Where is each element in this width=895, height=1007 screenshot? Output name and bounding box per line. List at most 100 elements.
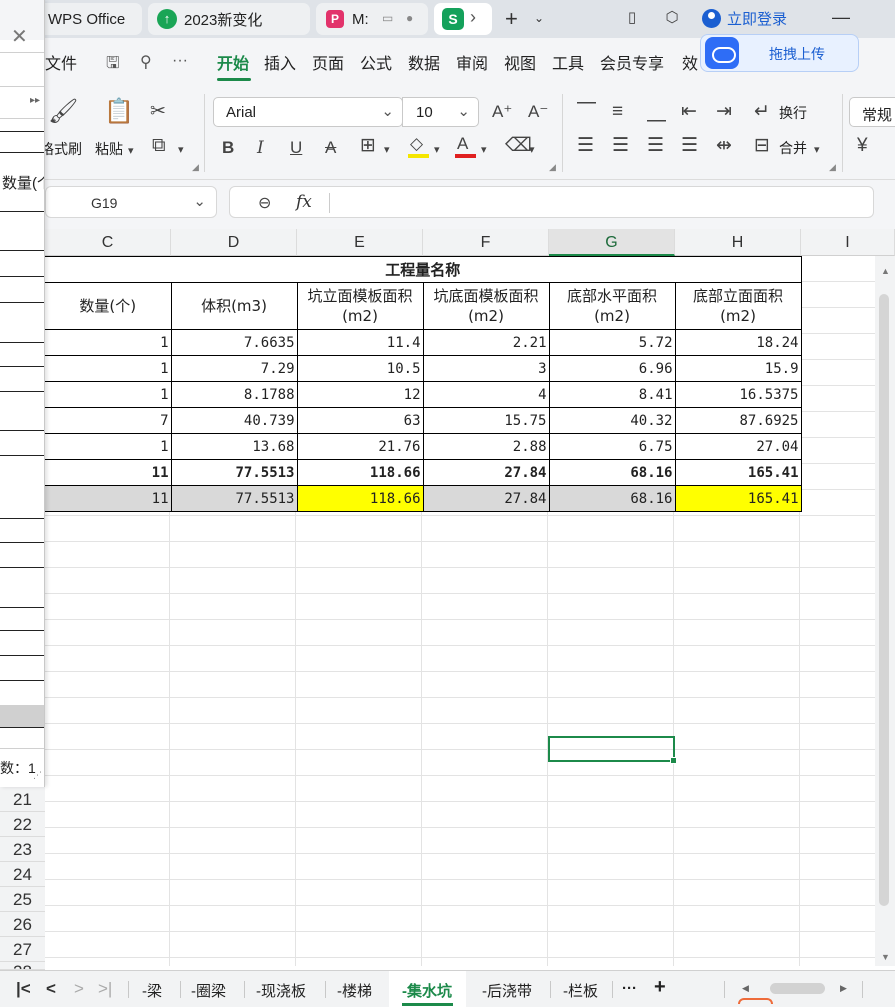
more-icon[interactable]: ···	[172, 52, 188, 70]
increase-indent-icon[interactable]: ⇥	[716, 102, 732, 122]
cell[interactable]: 10.5	[296, 355, 424, 382]
cell[interactable]: 6.96	[548, 355, 676, 382]
format-painter-icon[interactable]: 🖌	[48, 100, 78, 124]
tab-m-document[interactable]: P M: ▭ ●	[316, 3, 428, 35]
tab-spreadsheet-active[interactable]: S ›	[434, 3, 492, 35]
minimize-icon[interactable]: —	[832, 7, 850, 28]
link-icon[interactable]: ⚲	[140, 52, 152, 72]
menu-efficiency[interactable]: 效	[682, 50, 698, 74]
header-pit-side-formwork[interactable]: 坑立面模板面积(m2)	[296, 282, 424, 330]
first-sheet-icon[interactable]: |<	[16, 979, 31, 999]
selected-cell-g19[interactable]	[548, 736, 677, 764]
add-sheet-icon[interactable]: +	[654, 976, 666, 999]
cell[interactable]: 13.68	[170, 433, 298, 460]
column-header-g[interactable]: G	[549, 229, 675, 256]
cell[interactable]: 3	[422, 355, 550, 382]
resize-grip-icon[interactable]: ⋰	[33, 770, 42, 781]
sheet-tab-cast-slab[interactable]: -现浇板	[256, 980, 306, 1001]
sheet-tab-parapet[interactable]: -栏板	[563, 980, 598, 1001]
row-header-26[interactable]: 26	[0, 912, 45, 937]
cell[interactable]: 1	[45, 381, 172, 408]
align-center-icon[interactable]: ☰	[612, 136, 629, 156]
menu-formula[interactable]: 公式	[360, 50, 392, 74]
next-sheet-icon[interactable]: >	[74, 979, 84, 999]
sheet-tab-sump-pit[interactable]: -集水坑	[402, 980, 452, 1001]
cell[interactable]: 5.72	[548, 329, 676, 356]
table-title-cell[interactable]: 工程量名称	[45, 256, 802, 283]
wrap-text-icon[interactable]: ↵	[754, 102, 770, 122]
header-pit-bottom-formwork[interactable]: 坑底面模板面积(m2)	[422, 282, 550, 330]
column-header-h[interactable]: H	[675, 229, 801, 256]
sheet-tab-ring-beam[interactable]: -圈梁	[191, 980, 226, 1001]
total-cell[interactable]: 77.5513	[170, 459, 298, 486]
dialog-launcher-icon[interactable]: ◢	[549, 162, 556, 173]
total-cell[interactable]: 11	[45, 459, 172, 486]
menu-review[interactable]: 审阅	[456, 50, 488, 74]
column-header-e[interactable]: E	[297, 229, 423, 256]
distributed-icon[interactable]: ⇹	[716, 136, 732, 156]
column-header-f[interactable]: F	[423, 229, 549, 256]
formula-input[interactable]: ⊖ fx	[229, 186, 874, 218]
sheet-tab-beam[interactable]: -梁	[142, 980, 162, 1001]
cell[interactable]: 2.88	[422, 433, 550, 460]
chevron-down-icon[interactable]: ⌄	[534, 11, 544, 25]
paste-icon[interactable]: 📋	[104, 100, 134, 124]
chevron-down-icon[interactable]: ▾	[481, 140, 487, 160]
cell[interactable]: 21.76	[296, 433, 424, 460]
paste-label[interactable]: 粘贴	[95, 139, 123, 159]
cell[interactable]: 87.6925	[674, 407, 802, 434]
font-size-select[interactable]: 10 ⌄	[402, 97, 479, 127]
chevron-down-icon[interactable]: ▾	[384, 140, 390, 160]
cell[interactable]: 12	[296, 381, 424, 408]
scissors-icon[interactable]: ✂	[150, 102, 166, 122]
new-tab-plus-icon[interactable]: +	[505, 6, 518, 32]
cell[interactable]: 1	[45, 433, 172, 460]
cell[interactable]: 40.739	[170, 407, 298, 434]
chevron-down-icon[interactable]: ▾	[178, 140, 184, 160]
close-icon[interactable]: ✕	[11, 24, 28, 49]
check-cell-highlighted[interactable]: 118.66	[296, 485, 424, 512]
font-name-select[interactable]: Arial ⌄	[213, 97, 403, 127]
row-header-27[interactable]: 27	[0, 937, 45, 962]
menu-insert[interactable]: 插入	[264, 50, 296, 74]
fill-color-icon[interactable]: ◇	[410, 134, 423, 154]
horizontal-scrollbar-thumb[interactable]	[770, 983, 825, 994]
bold-icon[interactable]: B	[222, 138, 234, 158]
cell[interactable]: 11.4	[296, 329, 424, 356]
menu-page[interactable]: 页面	[312, 50, 344, 74]
scroll-right-icon[interactable]: ▸▸	[30, 95, 40, 106]
scroll-left-icon[interactable]: ◀	[742, 983, 749, 994]
check-cell[interactable]: 68.16	[548, 485, 676, 512]
cell[interactable]: 2.21	[422, 329, 550, 356]
sheet-tab-post-pour-strip[interactable]: -后浇带	[482, 980, 532, 1001]
sheet-tab-stairs[interactable]: -楼梯	[337, 980, 372, 1001]
format-painter-label[interactable]: 格式刷	[40, 139, 82, 159]
cell[interactable]: 40.32	[548, 407, 676, 434]
strikethrough-icon[interactable]: A	[325, 138, 336, 158]
chevron-down-icon[interactable]: ▾	[128, 141, 134, 161]
check-cell[interactable]: 77.5513	[170, 485, 298, 512]
decrease-indent-icon[interactable]: ⇤	[681, 102, 697, 122]
eraser-icon[interactable]: ⌫	[505, 136, 532, 156]
zoom-search-icon[interactable]: ⊖	[258, 193, 271, 213]
header-bottom-vertical-area[interactable]: 底部立面面积(m2)	[674, 282, 802, 330]
cell[interactable]: 15.9	[674, 355, 802, 382]
check-cell[interactable]: 27.84	[422, 485, 550, 512]
align-right-icon[interactable]: ☰	[647, 136, 664, 156]
number-format-select[interactable]: 常规	[849, 97, 895, 127]
wrap-text-label[interactable]: 换行	[779, 103, 807, 123]
chevron-down-icon[interactable]: ▾	[529, 140, 535, 160]
cube-icon[interactable]: ⬡	[662, 8, 682, 28]
drag-upload-button[interactable]: 拖拽上传	[700, 34, 859, 72]
more-sheets-icon[interactable]: ···	[622, 980, 637, 997]
cell[interactable]: 27.04	[674, 433, 802, 460]
scroll-up-icon[interactable]: ▲	[881, 266, 890, 276]
cell[interactable]: 63	[296, 407, 424, 434]
check-cell-highlighted[interactable]: 165.41	[674, 485, 802, 512]
row-header-25[interactable]: 25	[0, 887, 45, 912]
menu-file[interactable]: 文件	[45, 50, 77, 74]
dialog-launcher-icon[interactable]: ◢	[829, 162, 836, 173]
login-button[interactable]: 立即登录	[702, 8, 787, 29]
row-header-22[interactable]: 22	[0, 812, 45, 837]
menu-member[interactable]: 会员专享	[600, 50, 664, 74]
